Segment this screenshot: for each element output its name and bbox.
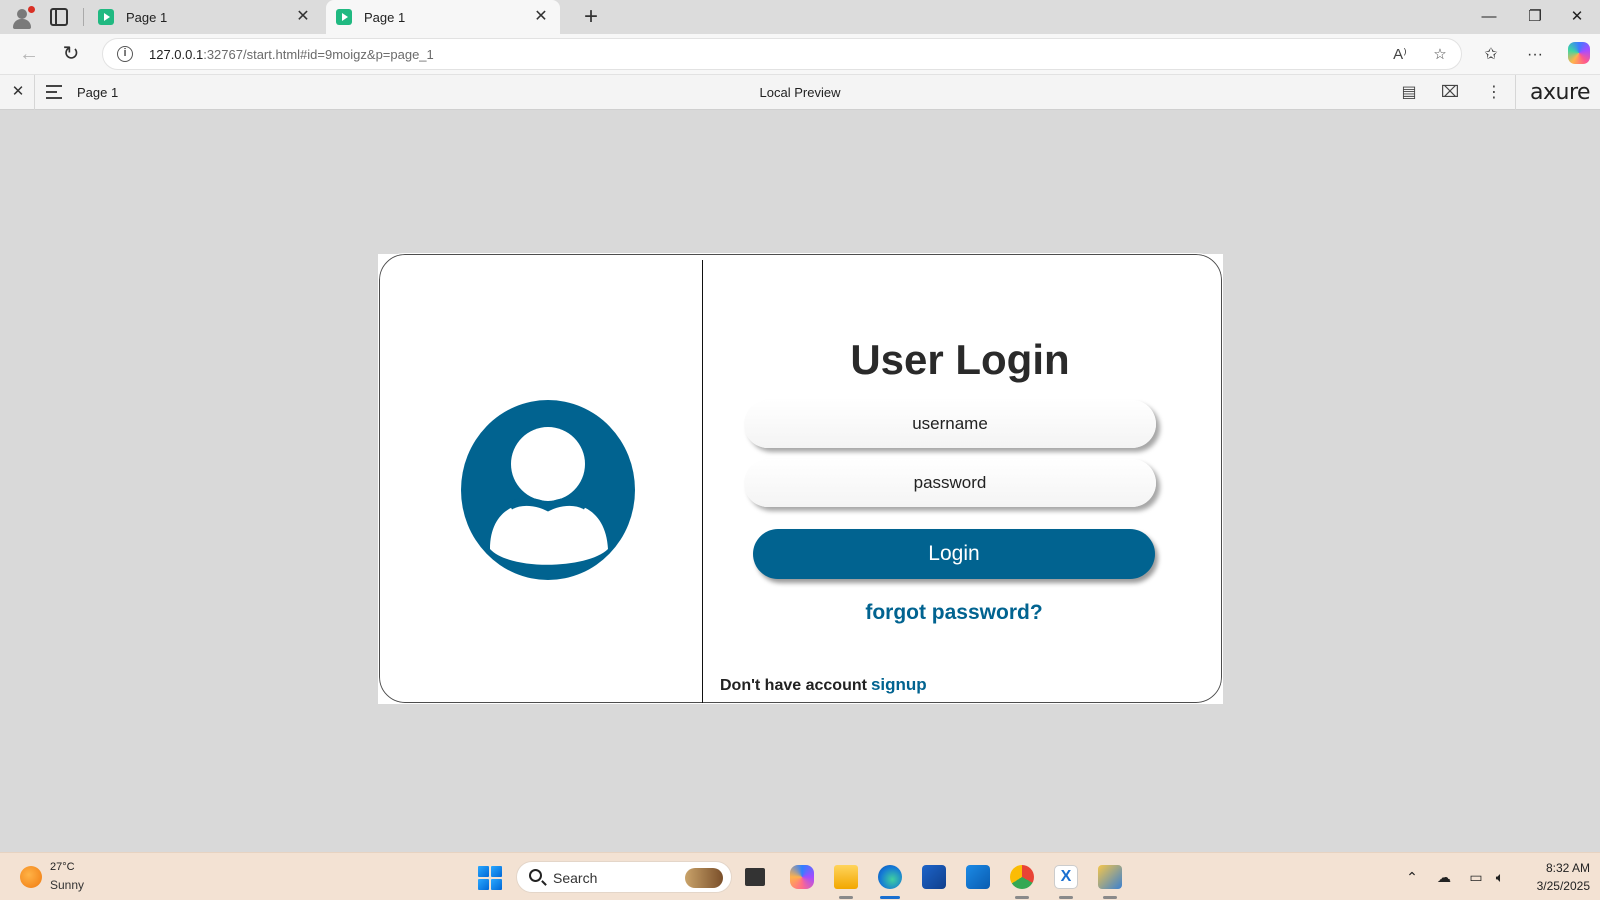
search-highlight-icon: [685, 868, 723, 888]
search-placeholder: Search: [553, 870, 598, 886]
browser-toolbar: ← ↻ i 127.0.0.1:32767/start.html#id=9moi…: [0, 34, 1600, 74]
refresh-button[interactable]: ↻: [56, 40, 86, 68]
user-avatar-icon: [461, 400, 635, 580]
login-title: User Login: [850, 336, 1070, 383]
password-input[interactable]: [744, 459, 1156, 507]
outlook-icon[interactable]: [966, 865, 990, 889]
windows-start-icon[interactable]: [478, 866, 502, 890]
no-account-text: Don't have account: [720, 677, 867, 694]
task-view-icon[interactable]: [745, 868, 765, 886]
active-indicator: [880, 896, 900, 899]
divider: [1515, 75, 1516, 111]
python-icon[interactable]: [1098, 865, 1122, 889]
tab-close-icon[interactable]: ✕: [294, 8, 312, 26]
network-icon[interactable]: ▭: [1466, 867, 1486, 887]
read-aloud-icon[interactable]: A⁾: [1389, 44, 1411, 66]
tab-title: Page 1: [126, 9, 168, 25]
onedrive-offline-icon[interactable]: ☁: [1434, 867, 1454, 887]
browser-tab-1[interactable]: Page 1 ✕: [88, 0, 322, 34]
back-button[interactable]: ←: [14, 40, 44, 68]
notes-icon[interactable]: ▤: [1397, 81, 1421, 105]
axure-favicon-icon: [336, 9, 352, 25]
axure-toolbar: ✕ Page 1 Local Preview ▤ ⌧ ⋮ axure: [0, 74, 1600, 111]
preview-label: Local Preview: [759, 85, 841, 100]
edge-icon[interactable]: [878, 865, 902, 889]
copilot-icon[interactable]: [1568, 42, 1590, 64]
username-input[interactable]: [744, 400, 1156, 448]
pages-menu-icon[interactable]: [46, 85, 62, 99]
close-window-button[interactable]: ✕: [1554, 0, 1600, 34]
signup-link[interactable]: signup: [871, 675, 927, 694]
running-indicator: [1059, 896, 1073, 899]
minimize-button[interactable]: —: [1466, 0, 1512, 34]
running-indicator: [1015, 896, 1029, 899]
running-indicator: [1103, 896, 1117, 899]
tab-title: Page 1: [364, 9, 406, 25]
favorites-icon[interactable]: ✩: [1478, 42, 1504, 68]
browser-tab-strip: Page 1 ✕ Page 1 ✕ + — ❐ ✕: [0, 0, 1600, 34]
notification-dot: [28, 6, 35, 13]
microsoft-store-icon[interactable]: [922, 865, 946, 889]
clock-date[interactable]: 3/25/2025: [1510, 879, 1590, 893]
chevron-up-icon[interactable]: ⌃: [1402, 867, 1422, 887]
more-vertical-icon[interactable]: ⋮: [1482, 81, 1506, 105]
url-path: :32767/start.html#id=9moigz&p=page_1: [203, 47, 434, 62]
inspect-icon[interactable]: ⌧: [1438, 81, 1462, 105]
url-host: 127.0.0.1: [149, 47, 204, 62]
address-bar[interactable]: i 127.0.0.1:32767/start.html#id=9moigz&p…: [102, 38, 1462, 70]
forgot-password-link[interactable]: forgot password?: [820, 601, 1088, 625]
axure-logo: axure: [1530, 80, 1591, 105]
clock-time[interactable]: 8:32 AM: [1520, 861, 1590, 875]
axure-favicon-icon: [98, 9, 114, 25]
divider: [34, 75, 35, 111]
weather-condition[interactable]: Sunny: [50, 878, 84, 892]
new-tab-button[interactable]: +: [578, 4, 604, 30]
running-indicator: [839, 896, 853, 899]
tab-separator: [83, 8, 84, 26]
restore-button[interactable]: ❐: [1512, 0, 1558, 34]
volume-icon[interactable]: 🔈︎: [1490, 867, 1510, 887]
favorite-star-icon[interactable]: ☆: [1429, 44, 1451, 66]
browser-tab-2[interactable]: Page 1 ✕: [326, 0, 560, 34]
site-info-icon[interactable]: i: [117, 46, 133, 62]
url-text[interactable]: 127.0.0.1:32767/start.html#id=9moigz&p=p…: [149, 47, 434, 62]
profile-icon[interactable]: [10, 6, 35, 30]
login-button[interactable]: Login: [753, 529, 1155, 579]
file-explorer-icon[interactable]: [834, 865, 858, 889]
sun-icon[interactable]: [20, 866, 42, 888]
taskbar-search[interactable]: Search: [516, 861, 732, 893]
signup-prompt: Don't have account signup: [720, 675, 927, 695]
close-sidebar-icon[interactable]: ✕: [8, 81, 28, 103]
axure-app-icon[interactable]: X: [1054, 865, 1078, 889]
tab-close-icon[interactable]: ✕: [532, 8, 550, 26]
tab-actions-icon[interactable]: [50, 8, 68, 26]
weather-temperature[interactable]: 27°C: [50, 861, 75, 873]
windows-taskbar: 27°C Sunny Search X ⌃ ☁ ▭ 🔈︎ 8:32 AM 3/2…: [0, 852, 1600, 900]
chrome-icon[interactable]: [1010, 865, 1034, 889]
copilot-app-icon[interactable]: [790, 865, 814, 889]
more-options-icon[interactable]: ···: [1522, 42, 1548, 68]
page-title: Page 1: [77, 85, 119, 100]
card-divider: [702, 260, 703, 703]
search-icon: [529, 869, 542, 882]
